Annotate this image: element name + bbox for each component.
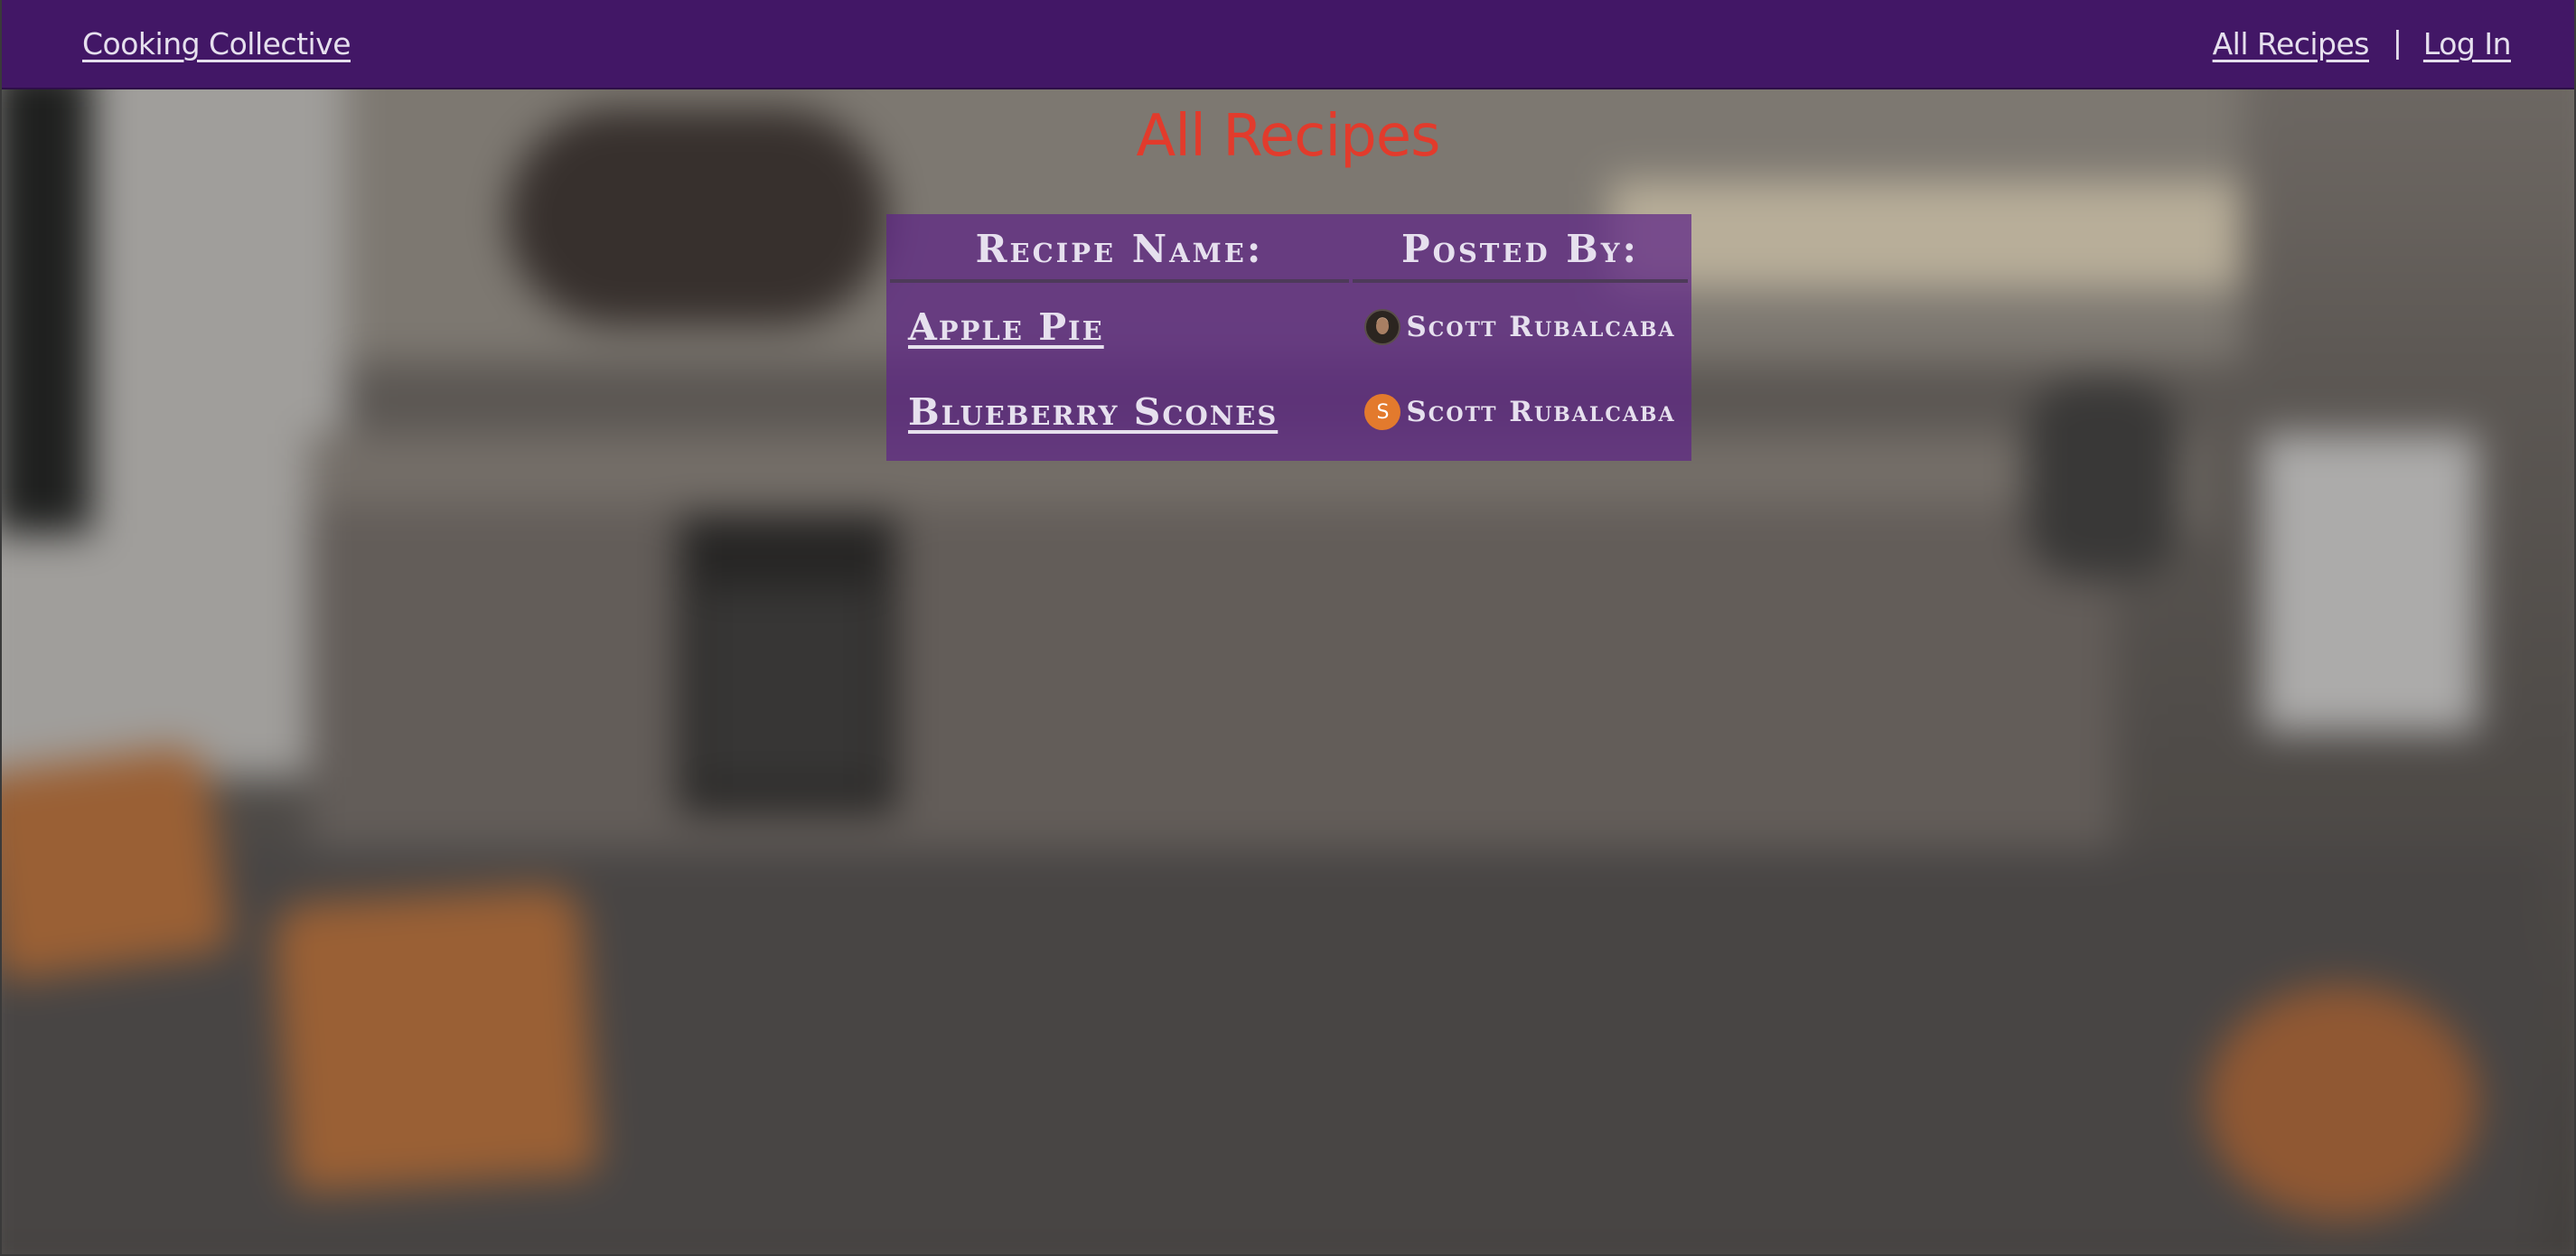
column-header-recipe-name: Recipe Name: [890,218,1349,283]
recipe-link-apple-pie[interactable]: Apple Pie [908,305,1104,349]
poster-name: Scott Rubalcaba [1406,396,1676,428]
initial-avatar-icon: S [1364,394,1401,430]
column-header-posted-by: Posted By: [1353,218,1688,283]
recipes-table: Recipe Name: Posted By: Apple Pie Scott … [886,214,1691,456]
table-row: Blueberry Scones S Scott Rubalcaba [890,371,1688,453]
nav-separator: | [2392,24,2403,60]
page-title: All Recipes [1136,103,1441,170]
posted-by-cell: S Scott Rubalcaba [1353,371,1688,453]
user-photo-icon [1364,309,1401,345]
poster-info: Scott Rubalcaba [1353,309,1688,345]
brand-home-link[interactable]: Cooking Collective [82,26,351,61]
recipe-name-cell: Apple Pie [890,286,1349,368]
table-row: Apple Pie Scott Rubalcaba [890,286,1688,368]
page: Cooking Collective All Recipes | Log In … [0,0,2576,1256]
recipes-table-container: Recipe Name: Posted By: Apple Pie Scott … [886,214,1691,461]
posted-by-cell: Scott Rubalcaba [1353,286,1688,368]
kitchen-background-image [2,0,2574,1254]
nav-login-link[interactable]: Log In [2423,26,2512,61]
poster-name: Scott Rubalcaba [1406,311,1676,343]
poster-info: S Scott Rubalcaba [1353,394,1688,430]
recipe-name-cell: Blueberry Scones [890,371,1349,453]
nav-all-recipes-link[interactable]: All Recipes [2213,26,2370,61]
top-navbar: Cooking Collective All Recipes | Log In [2,0,2574,89]
recipe-link-blueberry-scones[interactable]: Blueberry Scones [908,390,1278,434]
table-header-row: Recipe Name: Posted By: [890,218,1688,283]
